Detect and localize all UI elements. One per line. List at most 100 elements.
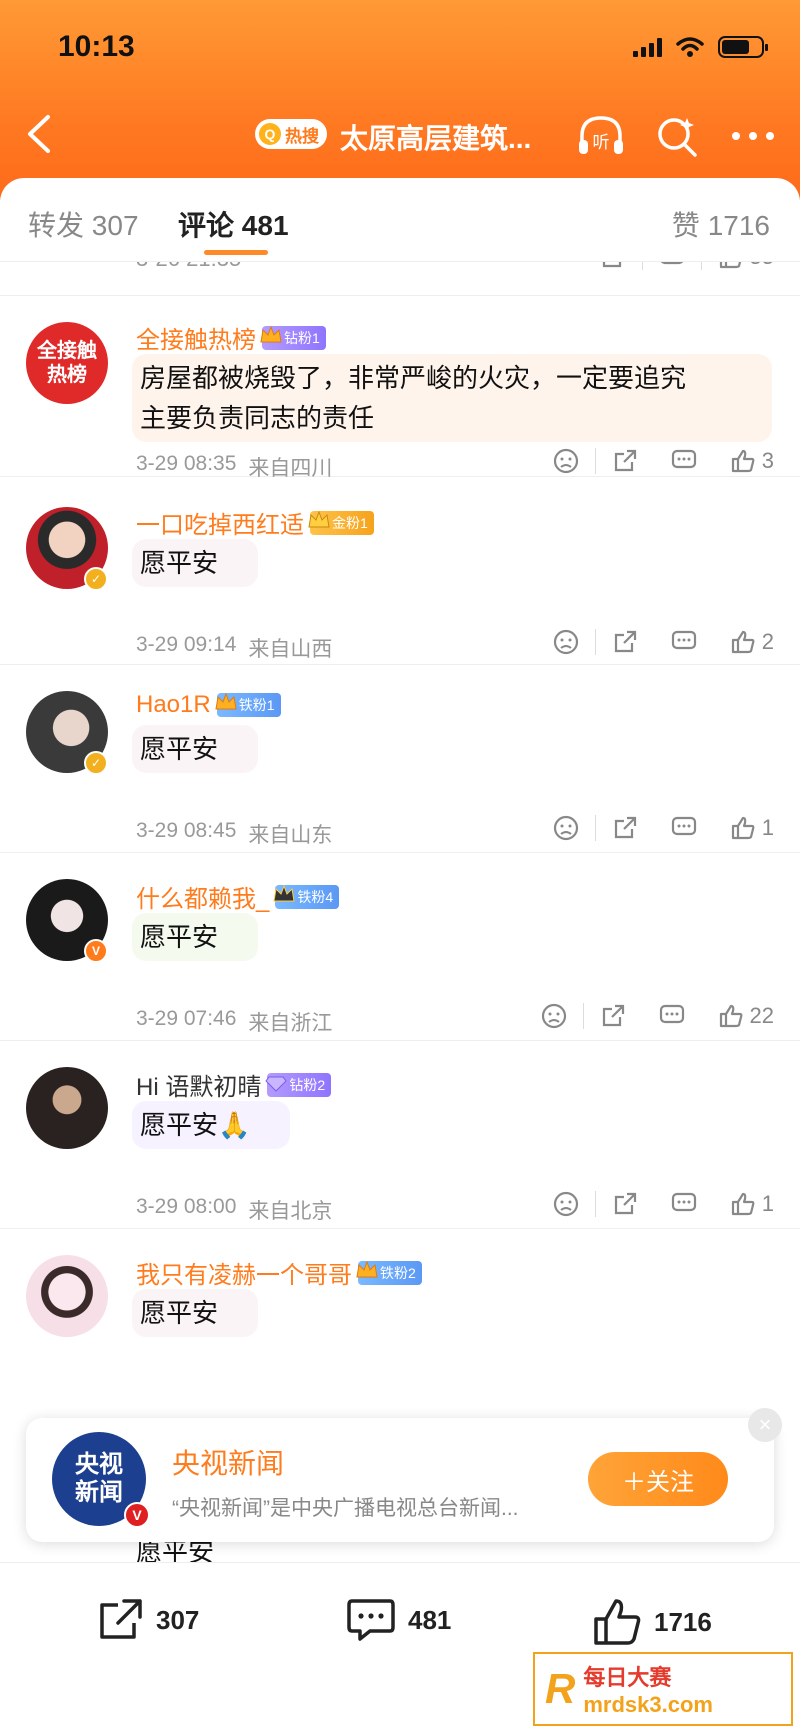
dislike-icon[interactable] <box>541 1003 567 1029</box>
tab-like-label: 赞 <box>671 210 700 241</box>
fan-badge-label: 钻粉1 <box>284 329 320 346</box>
comment-icon[interactable] <box>671 816 697 840</box>
tab-like[interactable]: 赞 1716 <box>672 204 770 244</box>
comment-icon[interactable] <box>671 1192 697 1216</box>
comment-username[interactable]: 什么都赖我_ <box>136 879 269 914</box>
share-icon[interactable] <box>612 1191 638 1217</box>
comment-username[interactable]: 一口吃掉西红适 <box>136 505 304 540</box>
nav-icons: 听 <box>576 113 778 159</box>
comment-text-line: 愿平安 <box>132 1289 259 1337</box>
verified-badge-icon: ✓ <box>84 751 108 775</box>
more-dots-icon <box>732 132 774 140</box>
fan-badge-label: 铁粉1 <box>238 697 275 713</box>
watermark-logo: R 每日大赛 mrdsk3.com <box>533 1652 793 1726</box>
comment-text-line: 主要负责同志的责任 <box>140 403 375 433</box>
listen-button[interactable]: 听 <box>576 113 626 159</box>
dislike-icon[interactable] <box>553 1191 579 1217</box>
share-icon[interactable] <box>612 629 638 655</box>
avatar[interactable] <box>26 1255 108 1337</box>
back-button[interactable] <box>20 111 60 157</box>
dislike-icon[interactable] <box>553 448 579 474</box>
like-count: 22 <box>749 1003 774 1028</box>
hot-search-badge[interactable]: Q 热搜 <box>255 119 327 149</box>
search-button[interactable] <box>652 113 702 159</box>
follow-button[interactable]: ＋关注 <box>588 1452 728 1506</box>
comment-time: 3-26 21:35 <box>136 262 241 272</box>
dislike-icon[interactable] <box>553 815 579 841</box>
account-name[interactable]: 央视新闻 <box>172 1442 284 1482</box>
tab-comment-count: 481 <box>241 210 289 241</box>
comment-icon[interactable] <box>659 1004 685 1028</box>
comment-username[interactable]: Hao1R <box>136 691 211 719</box>
comment-icon[interactable] <box>671 449 697 473</box>
comment-username[interactable]: 全接触热榜 <box>136 320 256 355</box>
like-button[interactable]: 55 <box>718 262 774 270</box>
share-icon[interactable] <box>600 1003 626 1029</box>
avatar[interactable] <box>26 1067 108 1149</box>
comment-actions: 22 <box>541 1003 774 1029</box>
status-icons <box>633 36 768 58</box>
like-count: 1 <box>761 815 774 840</box>
comment-icon[interactable] <box>659 262 685 269</box>
watermark-line: 每日大赛 <box>583 1665 672 1690</box>
fan-badge[interactable]: 钻粉1 <box>260 325 326 350</box>
comment-header: 我只有凌赫一个哥哥 铁粉2 <box>136 1255 422 1290</box>
comment-meta: 3-29 08:45 来自山东 <box>136 819 332 849</box>
account-description: “央视新闻”是中央广播电视总台新闻... <box>172 1497 519 1520</box>
comment-username[interactable]: 我只有凌赫一个哥哥 <box>136 1255 352 1290</box>
tab-comment[interactable]: 评论 481 <box>178 204 289 244</box>
like-button[interactable]: 1716 <box>592 1597 712 1647</box>
share-icon[interactable] <box>600 262 626 270</box>
fan-badge[interactable]: 铁粉4 <box>273 884 340 909</box>
crown-icon <box>273 884 295 901</box>
comment-text-line: 愿平安 <box>132 725 259 773</box>
thumbs-up-icon <box>731 1192 755 1216</box>
close-button[interactable]: × <box>748 1408 782 1442</box>
repost-button[interactable]: 307 <box>96 1597 199 1643</box>
comment-list[interactable]: 3-26 21:35 55 全接触热榜 全接触热榜 钻粉1 房屋都被烧毁了， <box>0 262 800 1562</box>
thumbs-up-icon <box>731 449 755 473</box>
comment-icon <box>347 1599 395 1641</box>
follow-suggestion-card[interactable]: 央视 新闻 V 央视新闻 “央视新闻”是中央广播电视总台新闻... ＋关注 × <box>26 1408 782 1542</box>
comment-location: 来自山东 <box>248 824 333 847</box>
avatar-text: 全接触热榜 <box>37 340 97 386</box>
svg-text:听: 听 <box>593 133 610 153</box>
comment-username[interactable]: Hi 语默初晴 <box>136 1067 261 1102</box>
page-title[interactable]: 太原高层建筑... <box>340 117 531 157</box>
avatar[interactable]: 全接触热榜 <box>26 322 108 404</box>
dislike-icon[interactable] <box>553 629 579 655</box>
search-sparkle-icon <box>658 118 697 157</box>
tab-repost[interactable]: 转发 307 <box>28 204 139 244</box>
fan-badge[interactable]: 钻粉2 <box>265 1072 332 1097</box>
thumbs-up-icon <box>731 630 755 654</box>
verified-badge-icon: V <box>84 939 108 963</box>
fan-badge[interactable]: 铁粉1 <box>215 692 281 717</box>
comment-location: 来自浙江 <box>248 1012 333 1035</box>
comment-text-line: 愿平安 <box>132 539 259 587</box>
comment-icon[interactable] <box>671 630 697 654</box>
tab-like-count: 1716 <box>707 210 770 241</box>
comment-button[interactable]: 481 <box>346 1597 451 1643</box>
share-icon[interactable] <box>612 815 638 841</box>
like-button[interactable]: 1 <box>730 815 774 841</box>
comment-header: 全接触热榜 钻粉1 <box>136 320 326 355</box>
thumbs-up-icon <box>719 1004 742 1028</box>
comment-item: 我只有凌赫一个哥哥 铁粉2 愿平安 <box>0 1229 800 1449</box>
diamond-icon <box>265 1076 288 1092</box>
like-button[interactable]: 2 <box>730 629 774 655</box>
like-button[interactable]: 3 <box>730 448 774 474</box>
watermark-text: 每日大赛 mrdsk3.com <box>583 1660 713 1718</box>
fan-badge[interactable]: 铁粉2 <box>356 1260 422 1285</box>
comment-text: 房屋都被烧毁了，非常严峻的火灾，一定要追究 主要负责同志的责任 <box>132 354 772 442</box>
tab-repost-label: 转发 <box>28 210 85 241</box>
more-button[interactable] <box>728 113 778 159</box>
crown-icon <box>308 510 330 527</box>
verified-badge-icon: ✓ <box>84 567 108 591</box>
like-count: 2 <box>761 629 774 654</box>
like-button[interactable]: 1 <box>730 1191 774 1217</box>
thumbs-up-icon <box>731 816 755 840</box>
comment-actions: 1 <box>553 815 774 841</box>
fan-badge[interactable]: 金粉1 <box>308 510 374 535</box>
like-button[interactable]: 22 <box>718 1003 774 1029</box>
share-icon[interactable] <box>612 448 638 474</box>
